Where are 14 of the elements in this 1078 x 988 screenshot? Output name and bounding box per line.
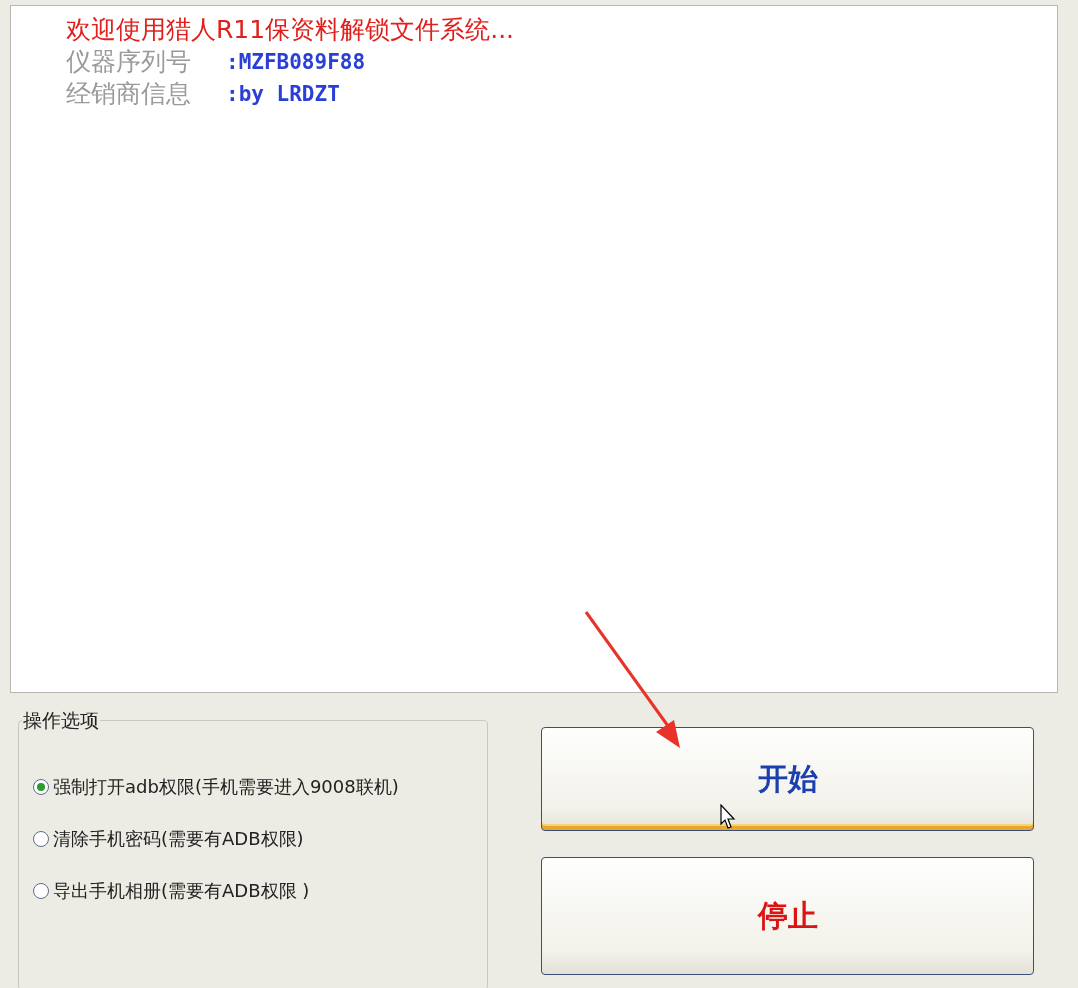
- radio-label[interactable]: 强制打开adb权限(手机需要进入9008联机): [53, 775, 399, 799]
- radio-button[interactable]: [33, 831, 49, 847]
- radio-button[interactable]: [33, 779, 49, 795]
- field-label: 仪器序列号: [66, 46, 192, 78]
- field-value: :MZFB089F88: [226, 49, 366, 76]
- field-label: 经销商信息: [66, 78, 192, 110]
- radio-button[interactable]: [33, 883, 49, 899]
- log-title: 欢迎使用猎人R11保资料解锁文件系统...: [66, 14, 516, 46]
- radio-label[interactable]: 导出手机相册(需要有ADB权限 ): [53, 879, 310, 903]
- start-button[interactable]: 开始: [541, 727, 1034, 831]
- radio-label[interactable]: 清除手机密码(需要有ADB权限): [53, 827, 304, 851]
- cursor-icon: [720, 804, 736, 830]
- field-value: :by LRDZT: [226, 81, 340, 108]
- stop-button[interactable]: 停止: [541, 857, 1034, 975]
